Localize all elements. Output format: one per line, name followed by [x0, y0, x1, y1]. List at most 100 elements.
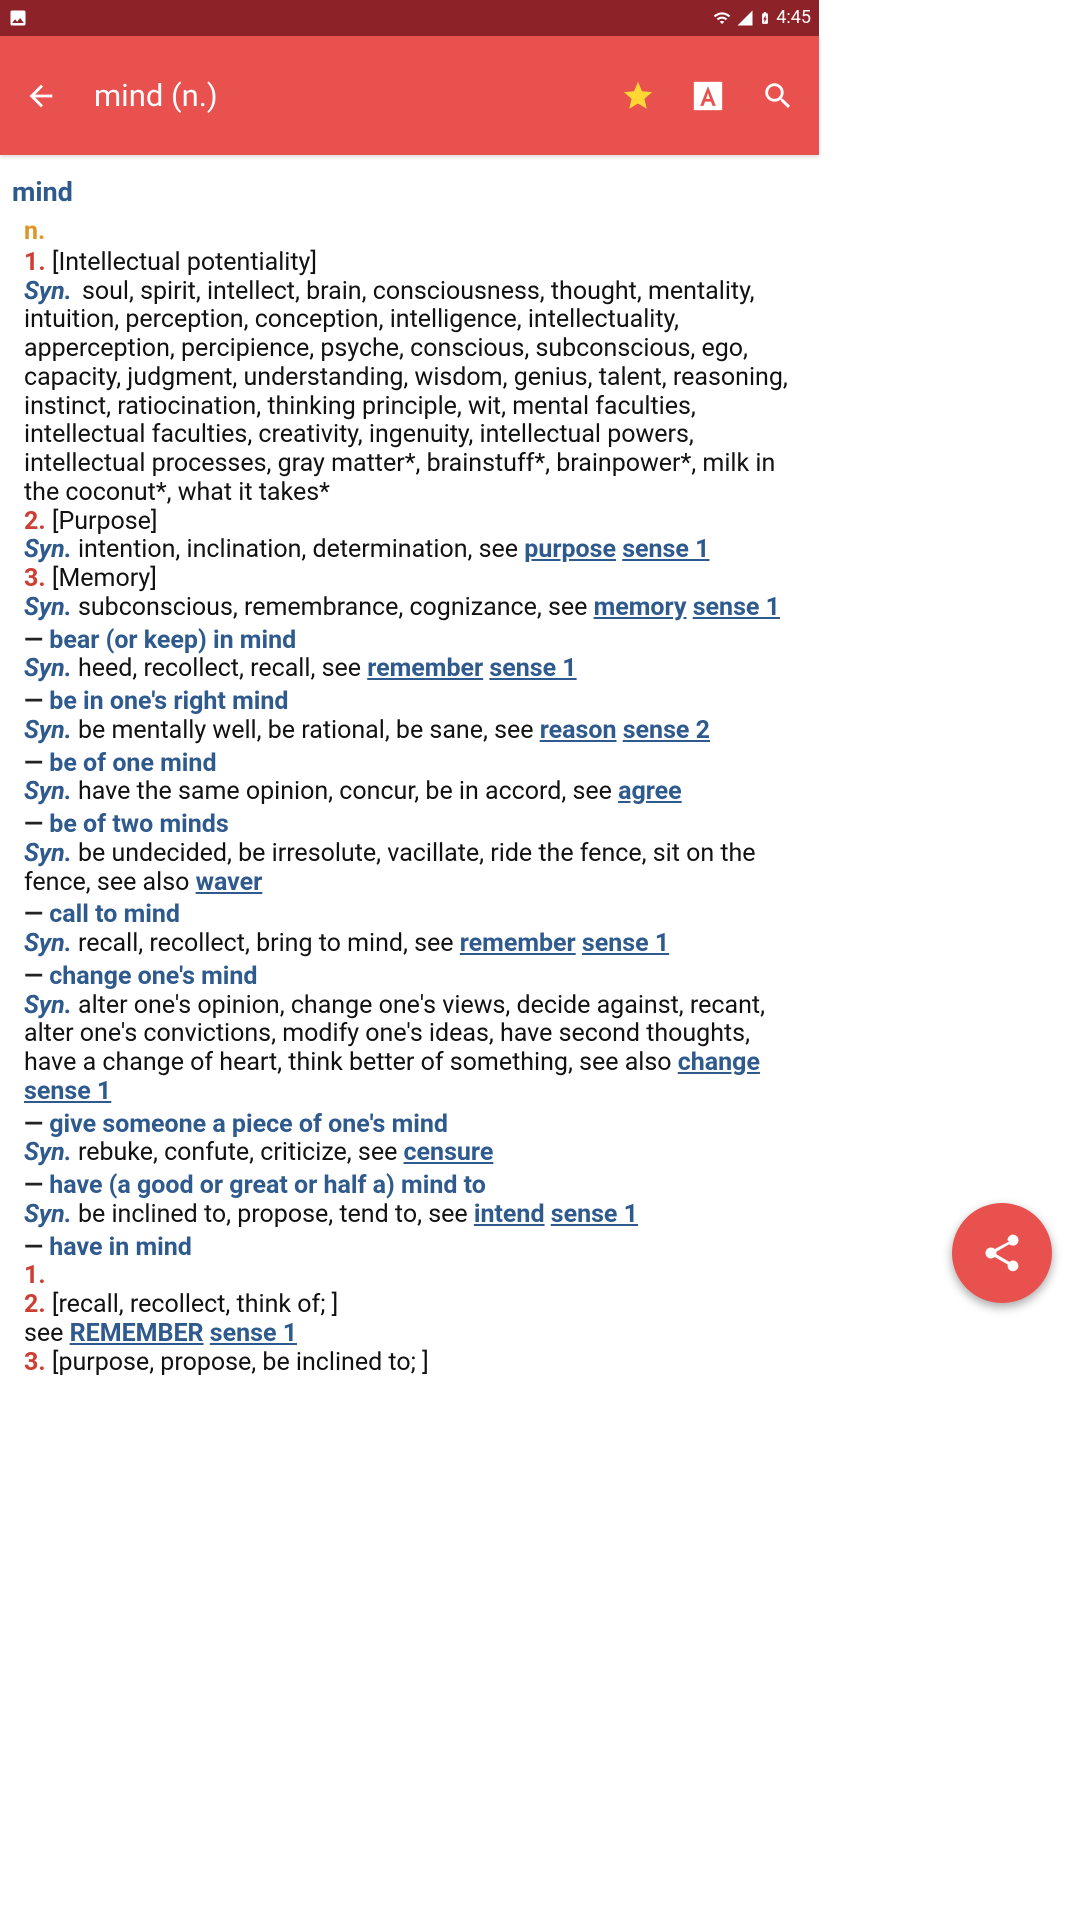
page-title: mind (n.): [94, 78, 585, 114]
link-sense[interactable]: sense 1: [622, 535, 709, 564]
headword: mind: [12, 177, 807, 208]
idiom-head[interactable]: give someone a piece of one's mind: [49, 1110, 448, 1139]
link-word[interactable]: intend: [474, 1200, 545, 1229]
syn-label: Syn.: [24, 1200, 72, 1229]
idiom-head[interactable]: call to mind: [49, 900, 180, 929]
syn-label: Syn.: [24, 991, 72, 1020]
sense-1: 1. [Intellectual potentiality] Syn. soul…: [24, 249, 795, 508]
arrow-back-icon: [24, 79, 58, 113]
syn-text: have the same opinion, concur, be in acc…: [72, 777, 618, 806]
idiom-head[interactable]: have in mind: [49, 1233, 192, 1262]
idiom-head[interactable]: change one's mind: [49, 962, 257, 991]
sense-3: 3. [Memory] Syn. subconscious, remembran…: [24, 565, 795, 623]
entry-content: mind n. 1. [Intellectual potentiality] S…: [0, 155, 819, 1477]
have-in-mind-2: 2. [recall, recollect, think of; ] see R…: [24, 1291, 795, 1349]
syn-label: Syn.: [24, 593, 72, 622]
star-icon: [621, 79, 655, 113]
dash-icon: —: [24, 1110, 49, 1139]
link-sense[interactable]: sense 2: [623, 716, 710, 745]
syn-text: intention, inclination, determination, s…: [78, 535, 524, 564]
link-word[interactable]: remember: [367, 654, 483, 683]
link-word[interactable]: change: [678, 1048, 760, 1077]
link-word[interactable]: agree: [618, 777, 682, 806]
link-sense[interactable]: sense 1: [582, 929, 669, 958]
dash-icon: —: [24, 900, 49, 929]
link-sense[interactable]: sense 1: [24, 1077, 111, 1106]
idiom: — change one's mindSyn. alter one's opin…: [24, 963, 795, 1107]
share-icon: [980, 1231, 1024, 1275]
idiom: — give someone a piece of one's mindSyn.…: [24, 1111, 795, 1169]
link-purpose[interactable]: purpose: [524, 535, 616, 564]
syn-label: Syn.: [24, 654, 72, 683]
idiom-head[interactable]: be of two minds: [49, 810, 228, 839]
idiom-have-in-mind: — have in mind: [24, 1234, 795, 1263]
share-fab[interactable]: [952, 1203, 1052, 1303]
status-bar: 4:45: [0, 0, 819, 36]
link-word[interactable]: remember: [460, 929, 576, 958]
font-icon: [691, 79, 725, 113]
idiom: — call to mindSyn. recall, recollect, br…: [24, 901, 795, 959]
link-sense[interactable]: sense 1: [210, 1319, 297, 1348]
link-sense[interactable]: sense 1: [551, 1200, 638, 1229]
battery-charging-icon: [758, 8, 772, 28]
link-word[interactable]: waver: [196, 868, 263, 897]
syn-label: Syn.: [24, 277, 72, 306]
dash-icon: —: [24, 749, 49, 778]
syn-text: recall, recollect, bring to mind, see: [72, 929, 460, 958]
dash-icon: —: [24, 1171, 49, 1200]
part-of-speech: n.: [24, 218, 807, 247]
idiom: — have (a good or great or half a) mind …: [24, 1172, 795, 1230]
favorite-button[interactable]: [621, 79, 655, 113]
sense-gloss: [Memory]: [52, 564, 157, 593]
sense-number: 1.: [24, 248, 46, 277]
idiom-head[interactable]: have (a good or great or half a) mind to: [49, 1171, 486, 1200]
syn-text: be undecided, be irresolute, vacillate, …: [24, 839, 756, 897]
link-sense[interactable]: sense 1: [693, 593, 780, 622]
dash-icon: —: [24, 687, 49, 716]
sense-number: 2.: [24, 507, 46, 536]
sense-number: 3.: [24, 1348, 46, 1377]
idiom-head[interactable]: be of one mind: [49, 749, 216, 778]
syn-text: subconscious, remembrance, cognizance, s…: [78, 593, 594, 622]
syn-text: rebuke, confute, criticize, see: [72, 1138, 404, 1167]
font-button[interactable]: [691, 79, 725, 113]
sense-number: 2.: [24, 1290, 46, 1319]
syn-label: Syn.: [24, 716, 72, 745]
dash-icon: —: [24, 810, 49, 839]
link-memory[interactable]: memory: [594, 593, 687, 622]
app-bar: mind (n.): [0, 36, 819, 155]
syn-text: be inclined to, propose, tend to, see: [72, 1200, 474, 1229]
link-sense[interactable]: sense 1: [489, 654, 576, 683]
idiom-head[interactable]: bear (or keep) in mind: [49, 626, 296, 655]
search-button[interactable]: [761, 79, 795, 113]
status-left: [8, 8, 28, 28]
syn-text: be mentally well, be rational, be sane, …: [72, 716, 540, 745]
link-word[interactable]: reason: [540, 716, 617, 745]
wifi-icon: [712, 9, 732, 27]
link-word[interactable]: censure: [404, 1138, 494, 1167]
syn-text: soul, spirit, intellect, brain, consciou…: [24, 277, 788, 507]
sense-number: 3.: [24, 564, 46, 593]
signal-icon: [736, 9, 754, 27]
status-right: 4:45: [712, 8, 811, 29]
sense-gloss: [Intellectual potentiality]: [52, 248, 317, 277]
search-icon: [761, 79, 795, 113]
see-text: see: [24, 1319, 70, 1348]
idiom-head[interactable]: be in one's right mind: [49, 687, 288, 716]
syn-text: alter one's opinion, change one's views,…: [24, 991, 765, 1078]
syn-label: Syn.: [24, 839, 72, 868]
link-remember[interactable]: REMEMBER: [70, 1319, 204, 1348]
syn-label: Syn.: [24, 929, 72, 958]
have-in-mind-1: 1.: [24, 1262, 795, 1291]
idiom: — be in one's right mindSyn. be mentally…: [24, 688, 795, 746]
idiom: — be of one mindSyn. have the same opini…: [24, 750, 795, 808]
have-in-mind-3: 3. [purpose, propose, be inclined to; ]: [24, 1349, 795, 1378]
sense-2: 2. [Purpose] Syn. intention, inclination…: [24, 508, 795, 566]
syn-text: heed, recollect, recall, see: [72, 654, 367, 683]
dash-icon: —: [24, 626, 49, 655]
image-icon: [8, 8, 28, 28]
dash-icon: —: [24, 962, 49, 991]
idiom: — be of two mindsSyn. be undecided, be i…: [24, 811, 795, 897]
back-button[interactable]: [24, 79, 58, 113]
status-time: 4:45: [776, 8, 811, 29]
